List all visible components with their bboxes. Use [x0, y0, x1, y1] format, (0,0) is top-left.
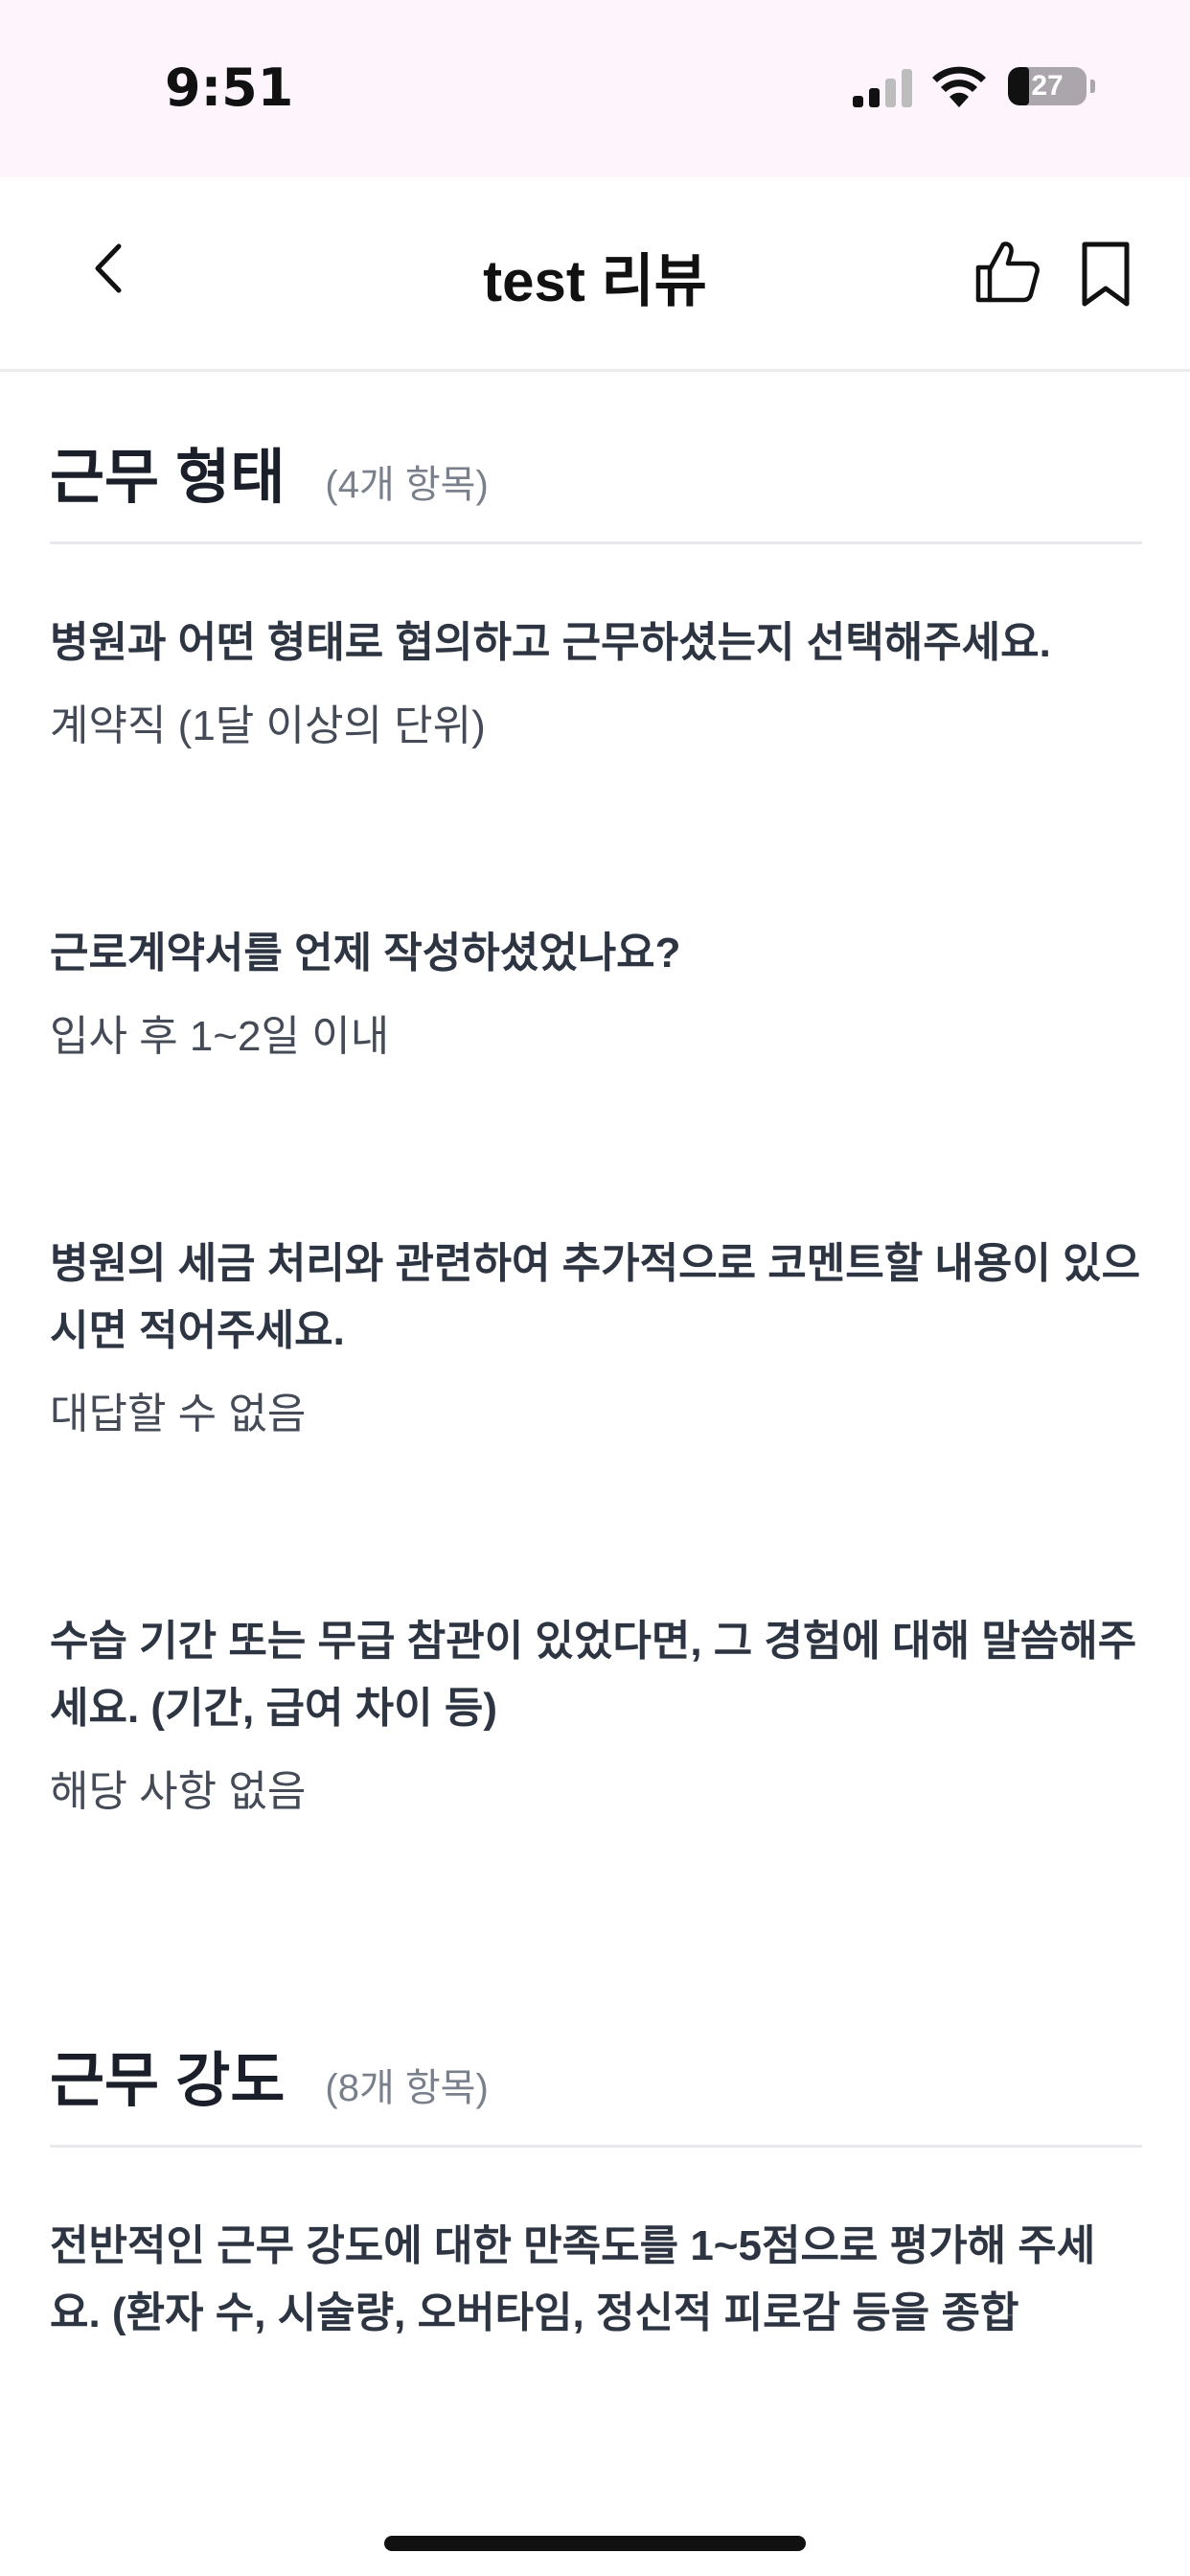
status-bar: 9:51 27 — [0, 0, 1190, 177]
qa-item: 전반적인 근무 강도에 대한 만족도를 1~5점으로 평가해 주세요. (환자 … — [50, 2213, 1142, 2347]
qa-item: 병원의 세금 처리와 관련하여 추가적으로 코멘트할 내용이 있으시면 적어주세… — [50, 1230, 1142, 1443]
status-time: 9:51 — [165, 58, 294, 118]
section-title: 근무 강도 — [50, 2048, 286, 2114]
section-header: 근무 형태 (4개 항목) — [50, 369, 1142, 544]
bookmark-icon[interactable] — [1077, 241, 1134, 308]
battery-level: 27 — [1031, 70, 1064, 102]
nav-bar: test 리뷰 — [0, 177, 1190, 372]
answer-text: 해당 사항 없음 — [50, 1768, 307, 1815]
section-work-intensity: 근무 강도 (8개 항목) 전반적인 근무 강도에 대한 만족도를 1~5점으로… — [50, 1821, 1142, 2347]
answer-text: 입사 후 1~2일 이내 — [50, 1013, 390, 1060]
question-text: 근로계약서를 언제 작성하셨었나요? — [50, 930, 681, 977]
qa-item: 수습 기간 또는 무급 참관이 있었다면, 그 경험에 대해 말씀해주세요. (… — [50, 1608, 1142, 1821]
section-header: 근무 강도 (8개 항목) — [50, 1821, 1142, 2148]
home-indicator[interactable] — [384, 2536, 806, 2551]
qa-item: 병원과 어떤 형태로 협의하고 근무하셨는지 선택해주세요. 계약직 (1달 이… — [50, 610, 1142, 755]
qa-item: 근로계약서를 언제 작성하셨었나요? 입사 후 1~2일 이내 — [50, 920, 1142, 1066]
section-work-type: 근무 형태 (4개 항목) 병원과 어떤 형태로 협의하고 근무하셨는지 선택해… — [50, 369, 1142, 1821]
answer-text: 대답할 수 없음 — [50, 1391, 307, 1438]
review-content: 근무 형태 (4개 항목) 병원과 어떤 형태로 협의하고 근무하셨는지 선택해… — [50, 369, 1142, 2347]
question-text: 전반적인 근무 강도에 대한 만족도를 1~5점으로 평가해 주세요. (환자 … — [50, 2222, 1096, 2336]
section-count: (8개 항목) — [325, 2067, 489, 2109]
battery-cap — [1090, 80, 1095, 93]
question-text: 병원과 어떤 형태로 협의하고 근무하셨는지 선택해주세요. — [50, 619, 1051, 666]
thumbs-up-icon[interactable] — [973, 237, 1041, 306]
home-indicator-area — [0, 2472, 1190, 2576]
question-text: 수습 기간 또는 무급 참관이 있었다면, 그 경험에 대해 말씀해주세요. (… — [50, 1618, 1137, 1732]
section-title: 근무 형태 — [50, 445, 286, 511]
answer-text: 계약직 (1달 이상의 단위) — [50, 702, 486, 749]
wifi-icon — [932, 66, 986, 107]
cellular-signal-icon — [853, 69, 912, 107]
section-count: (4개 항목) — [325, 464, 489, 506]
battery-icon: 27 — [1008, 67, 1087, 105]
question-text: 병원의 세금 처리와 관련하여 추가적으로 코멘트할 내용이 있으시면 적어주세… — [50, 1240, 1141, 1354]
